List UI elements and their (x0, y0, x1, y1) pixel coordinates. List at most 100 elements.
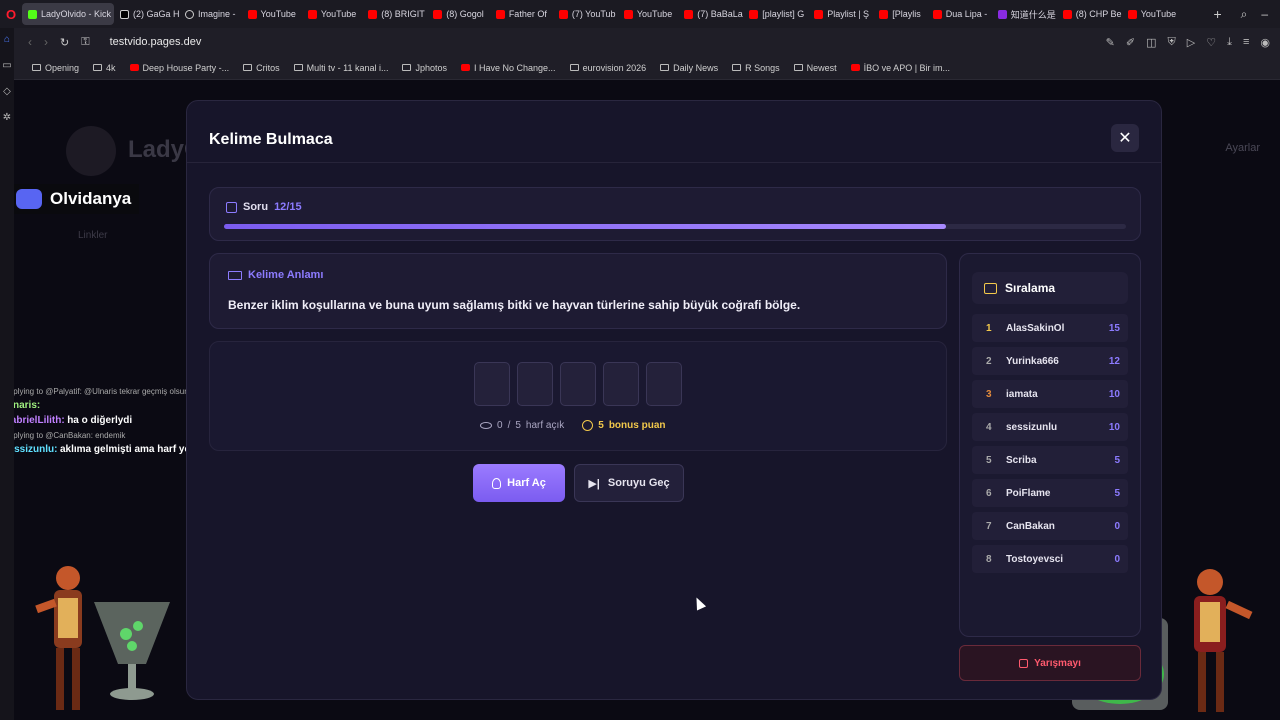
tab-bar: O LadyOlvido - Kick (2) GaGa H Imagine - Yo… (0, 0, 1280, 28)
opera-logo-icon[interactable]: O (0, 0, 22, 28)
rank-name: Yurinka666 (1006, 355, 1059, 367)
browser-tab[interactable]: (8) Gogol (427, 3, 490, 25)
lightbulb-icon (492, 477, 502, 489)
profile-icon[interactable]: ◉ (1260, 36, 1270, 49)
folder-icon (93, 64, 103, 71)
edit-icon[interactable]: ✐ (1126, 36, 1135, 49)
download-icon[interactable]: ⤓ (1227, 36, 1232, 49)
rank-position: 4 (986, 421, 992, 433)
tab-label: (2) GaGa H (133, 9, 179, 19)
tab-favicon-icon (749, 9, 759, 19)
tab-label: 知道什么是 (1010, 9, 1056, 20)
tab-label: (8) BRIGIT (381, 9, 425, 19)
folder-icon (243, 64, 253, 71)
bookmark-item[interactable]: Newest (793, 63, 837, 73)
camera-icon[interactable]: ◫ (1146, 36, 1156, 49)
bookmark-item[interactable]: eurovision 2026 (569, 63, 646, 73)
shield-icon[interactable]: ⛨ (1168, 36, 1176, 49)
browser-tab[interactable]: (7) BaBaLa (678, 3, 743, 25)
browser-tab[interactable]: [playlist] G (743, 3, 808, 25)
bookmark-label: Jphotos (415, 62, 448, 73)
modal-title: Kelime Bulmaca (209, 131, 333, 148)
rank-score: 10 (1108, 388, 1120, 400)
forward-icon[interactable]: › (44, 35, 48, 49)
browser-tab[interactable]: YouTube (302, 3, 362, 25)
count-separator: / (507, 420, 511, 431)
discord-name: Olvidanya (50, 189, 132, 208)
browser-tab[interactable]: 知道什么是 (992, 3, 1057, 25)
browser-tab[interactable]: (7) YouTub (553, 3, 618, 25)
browser-tab[interactable]: YouTube (1122, 3, 1182, 25)
bookmark-item[interactable]: Multi tv - 11 kanal i... (293, 62, 389, 73)
tab-favicon-icon (120, 9, 129, 19)
rank-position: 6 (986, 487, 992, 499)
bookmark-item[interactable]: R Songs (732, 63, 780, 73)
skip-question-button[interactable]: ▶| Soruyu Geç (574, 464, 684, 502)
play-icon[interactable]: ▷ (1187, 36, 1195, 49)
chat-message: ha o diğerlydi (67, 415, 133, 426)
tab-label: LadyOlvido - Kick (41, 9, 112, 19)
letter-box (603, 362, 639, 406)
extensions-icon[interactable]: ✲ (0, 112, 14, 132)
browser-tab[interactable]: Dua Lipa - (927, 3, 992, 25)
browser-tab[interactable]: (2) GaGa H (114, 3, 179, 25)
browser-tab[interactable]: Father Of (490, 3, 553, 25)
pin-icon[interactable]: ✎ (1106, 36, 1115, 49)
home-icon[interactable]: ⌂ (0, 34, 14, 54)
browser-tab[interactable]: Playlist | Ş (808, 3, 873, 25)
rank-score: 12 (1108, 355, 1120, 367)
ranking-row: 1 AlasSakinOl 15 (972, 314, 1128, 342)
bookmark-item[interactable]: I Have No Change... (461, 63, 556, 73)
back-icon[interactable]: ‹ (28, 35, 32, 49)
heart-icon[interactable]: ♡ (1206, 36, 1216, 49)
bookmark-item[interactable]: İBO ve APO | Bir im... (850, 63, 950, 73)
eye-icon (480, 422, 492, 429)
links-tab[interactable]: Linkler (78, 230, 107, 241)
rank-score: 0 (1114, 520, 1120, 532)
bookmark-label: Deep House Party -... (142, 62, 230, 73)
book-icon (226, 201, 237, 213)
browser-tab[interactable]: (8) BRIGIT (362, 3, 427, 25)
browser-tab[interactable]: YouTube (618, 3, 678, 25)
bookmark-item[interactable]: Opening (32, 63, 79, 73)
reveal-letter-button[interactable]: Harf Aç (473, 464, 565, 502)
bookmark-item[interactable]: Critos (243, 63, 280, 73)
letter-box (646, 362, 682, 406)
meaning-text: Benzer iklim koşullarına ve buna uyum sa… (228, 298, 801, 312)
page-content: LadyO Ayarlar Linkler Olvidanya Replying… (14, 80, 1280, 720)
lock-icon[interactable]: ⚿ (81, 36, 89, 49)
browser-tab[interactable]: [Playlis (873, 3, 927, 25)
workspace-icon[interactable]: ▭ (0, 60, 14, 80)
leave-contest-button[interactable]: Yarışmayı (959, 645, 1141, 681)
tab-label: Imagine - (198, 9, 236, 19)
tab-label: [Playlis (892, 9, 921, 19)
browser-tab[interactable]: (8) CHP Be (1057, 3, 1122, 25)
reload-icon[interactable]: ↻ (60, 36, 69, 49)
rank-position: 1 (986, 322, 992, 334)
browser-tab[interactable]: Imagine - (179, 3, 242, 25)
bookmark-item[interactable]: Deep House Party -... (129, 62, 230, 73)
bookmark-label: Multi tv - 11 kanal i... (306, 62, 389, 73)
url-field[interactable]: testvido.pages.dev (110, 36, 202, 48)
browser-tab[interactable]: LadyOlvido - Kick (22, 3, 114, 25)
ranking-row: 8 Tostoyevsci 0 (972, 545, 1128, 573)
bookmark-item[interactable]: 4k (93, 63, 116, 73)
tab-favicon-icon (932, 9, 942, 19)
bookmark-label: R Songs (745, 62, 780, 73)
tab-favicon-icon (623, 9, 633, 19)
close-button[interactable]: ✕ (1111, 124, 1139, 152)
ranking-row: 4 sessizunlu 10 (972, 413, 1128, 441)
menu-icon[interactable]: ≡ (1243, 36, 1249, 49)
youtube-icon (129, 64, 139, 71)
browser-tab[interactable]: YouTube (242, 3, 302, 25)
minimize-icon[interactable]: – (1261, 7, 1268, 22)
tab-label: (8) Gogol (446, 9, 484, 19)
new-tab-button[interactable]: + (1207, 6, 1229, 22)
settings-link[interactable]: Ayarlar (1225, 142, 1260, 154)
aria-icon[interactable]: ◇ (0, 86, 14, 106)
bookmark-item[interactable]: Daily News (660, 63, 718, 73)
search-tabs-icon[interactable]: ⌕ (1241, 7, 1248, 22)
discord-icon (16, 189, 42, 209)
tabbar-tools: ⌕ – (1229, 7, 1280, 22)
bookmark-item[interactable]: Jphotos (402, 63, 447, 73)
